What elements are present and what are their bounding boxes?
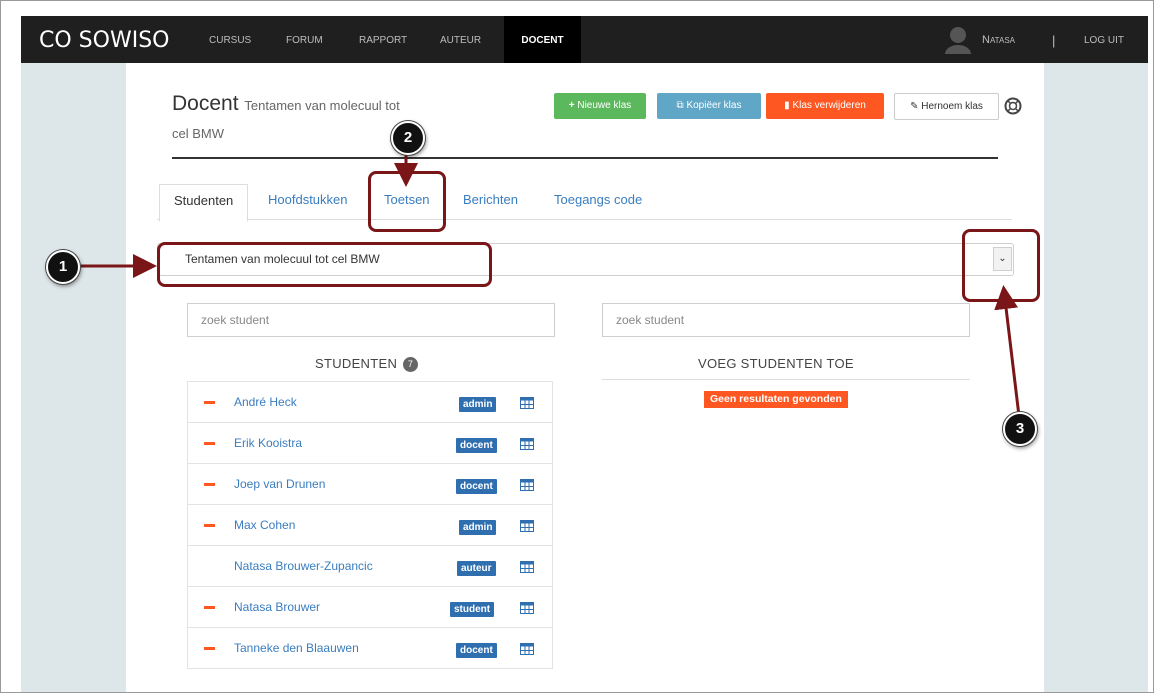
- annotation-arrows: [81, 153, 1021, 417]
- screenshot-frame: CO SOWISO CURSUS FORUM RAPPORT AUTEUR DO…: [0, 0, 1154, 693]
- annotation-marker-2: 2: [391, 121, 425, 155]
- arrow-3: [994, 285, 1021, 417]
- annotation-marker-3: 3: [1003, 412, 1037, 446]
- annotation-marker-1: 1: [46, 250, 80, 284]
